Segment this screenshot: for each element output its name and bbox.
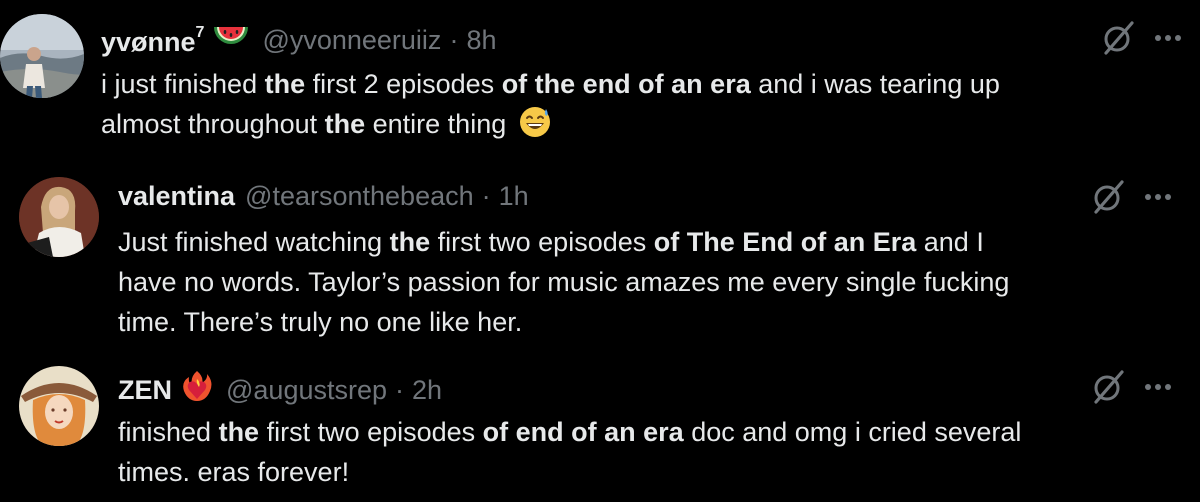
tweet-text: i just finished the first 2 episodes of … [101,64,1000,150]
tweet-text-line: Just finished watching the first two epi… [118,227,984,257]
tweet-text-line: time. There’s truly no one like her. [118,307,523,337]
tweet-text-line: finished the first two episodes of end o… [118,417,1022,447]
separator-dot: · [395,375,404,405]
tweet-text-line: have no words. Taylor’s passion for musi… [118,267,1010,297]
more-options-icon[interactable] [1154,34,1182,42]
timestamp[interactable]: 2h [412,373,442,407]
more-options-icon[interactable] [1144,383,1172,391]
grinning-sweat-emoji-icon [518,105,552,150]
tweet-text-line: i just finished the first 2 episodes of … [101,69,1000,99]
grok-icon[interactable] [1090,179,1126,215]
tweet-text-line: times. eras forever! [118,457,350,487]
user-handle[interactable]: @yvonneeruiiz [262,23,441,57]
display-name[interactable]: yvønne7 [101,20,204,59]
avatar[interactable] [19,177,99,257]
avatar[interactable] [19,366,99,446]
user-handle[interactable]: @augustsrep [226,373,387,407]
tweet-text-line: almost throughout the entire thing [101,104,1000,150]
watermelon-icon [212,23,250,57]
tweet-actions [1090,369,1172,405]
tweet-header: yvønne7 @yvonneeruiiz · 8h [101,20,496,59]
tweet-3[interactable]: ZEN @augustsrep · 2h finished the first … [0,355,1200,502]
fire-heart-icon [180,369,214,411]
tweet-2[interactable]: valentina @tearsonthebeach · 1h Just fin… [0,160,1200,355]
tweet-actions [1090,179,1172,215]
tweet-text: Just finished watching the first two epi… [118,222,1009,342]
tweet-1[interactable]: yvønne7 @yvonneeruiiz · 8h i just finish… [0,0,1200,160]
more-options-icon[interactable] [1144,193,1172,201]
avatar[interactable] [0,14,84,98]
tweet-header: valentina @tearsonthebeach · 1h [118,179,529,213]
display-name[interactable]: valentina [118,179,235,213]
separator-dot: · [481,181,491,211]
grok-icon[interactable] [1100,20,1136,56]
timestamp[interactable]: 1h [499,179,529,213]
tweet-text: finished the first two episodes of end o… [118,412,1021,492]
display-name[interactable]: ZEN [118,373,172,407]
timestamp[interactable]: 8h [466,23,496,57]
separator-dot: · [449,24,459,55]
tweet-actions [1100,20,1182,56]
grok-icon[interactable] [1090,369,1126,405]
user-handle[interactable]: @tearsonthebeach [245,179,474,213]
tweet-header: ZEN @augustsrep · 2h [118,369,442,411]
